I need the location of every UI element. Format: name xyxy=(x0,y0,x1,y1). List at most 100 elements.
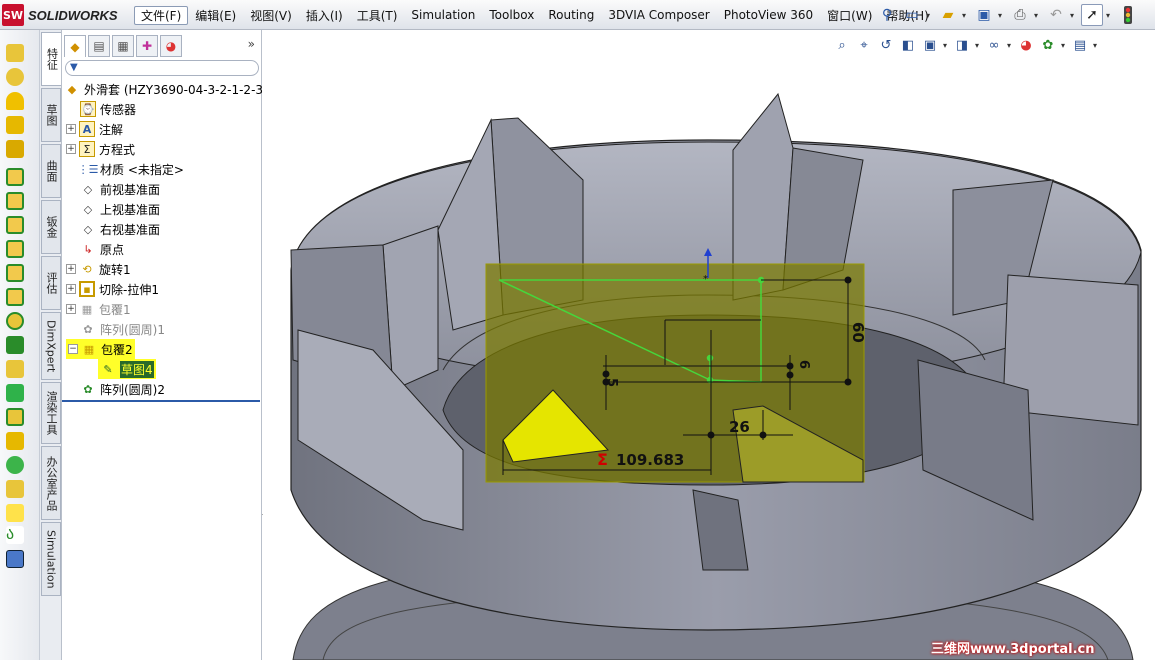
pin-icon[interactable]: ⚲ xyxy=(876,4,898,26)
shell-icon[interactable] xyxy=(6,408,24,426)
wrap-icon[interactable] xyxy=(6,432,24,450)
tab-simulation[interactable]: Simulation xyxy=(41,522,61,596)
menu-insert[interactable]: 插入(I) xyxy=(299,6,350,25)
apply-scene-icon[interactable]: ✿ xyxy=(1039,36,1057,54)
rib-icon[interactable] xyxy=(6,360,24,378)
tree-item-origin[interactable]: ↳ 原点 xyxy=(80,239,124,259)
tree-item-sensors[interactable]: ⌚ 传感器 xyxy=(80,99,136,119)
tree-filter-input[interactable]: ▼ xyxy=(65,60,259,76)
rebuild-traffic-light-icon[interactable] xyxy=(1117,4,1139,26)
menu-photoview-360[interactable]: PhotoView 360 xyxy=(717,7,820,23)
dim-109-683[interactable]: 109.683 xyxy=(616,451,684,469)
expand-icon[interactable]: + xyxy=(66,264,76,274)
dim-60[interactable]: 60 xyxy=(849,322,867,343)
tab-office-products[interactable]: 办公室产品 xyxy=(41,446,61,520)
feature-tree-tab-icon[interactable]: ◆ xyxy=(64,35,86,57)
print-icon[interactable]: ⎙ xyxy=(1009,4,1031,26)
intersect-icon[interactable] xyxy=(6,480,24,498)
expand-icon[interactable]: + xyxy=(66,284,76,294)
menu-3dvia-composer[interactable]: 3DVIA Composer xyxy=(601,7,716,23)
boundary-boss-icon[interactable] xyxy=(6,140,24,158)
tree-item-material[interactable]: ⋮☰ 材质 <未指定> xyxy=(78,159,184,179)
view-orientation-icon[interactable]: ▣ xyxy=(921,36,939,54)
view-settings-icon[interactable]: ▤ xyxy=(1071,36,1089,54)
rollback-bar[interactable] xyxy=(62,400,260,402)
dim-6[interactable]: 6 xyxy=(796,360,811,369)
curves-icon[interactable]: ა xyxy=(6,526,24,544)
fillet-icon[interactable] xyxy=(6,312,24,330)
menu-edit[interactable]: 编辑(E) xyxy=(188,6,243,25)
expand-icon[interactable]: + xyxy=(66,144,76,154)
chevron-down-icon[interactable]: ▾ xyxy=(1007,41,1013,50)
reference-geometry-icon[interactable] xyxy=(6,504,24,522)
undo-icon[interactable]: ↶ xyxy=(1045,4,1067,26)
chevron-down-icon[interactable]: ▾ xyxy=(1034,11,1042,20)
menu-file[interactable]: 文件(F) xyxy=(134,5,189,25)
menu-window[interactable]: 窗口(W) xyxy=(820,6,879,25)
menu-tools[interactable]: 工具(T) xyxy=(350,6,405,25)
tree-item-wrap1[interactable]: + ▦ 包覆1 xyxy=(66,299,131,319)
chevron-down-icon[interactable]: ▾ xyxy=(1061,41,1067,50)
tab-render-tools[interactable]: 渲染工具 xyxy=(41,382,61,444)
dimxpert-manager-tab-icon[interactable]: ✚ xyxy=(136,35,158,57)
tree-item-cut-extrude1[interactable]: + ▪ 切除-拉伸1 xyxy=(66,279,159,299)
chevron-down-icon[interactable]: ▾ xyxy=(975,41,981,50)
new-document-icon[interactable]: ▭ xyxy=(901,4,923,26)
swept-cut-icon[interactable] xyxy=(6,240,24,258)
chevron-down-icon[interactable]: ▾ xyxy=(962,11,970,20)
tree-item-equations[interactable]: + Σ 方程式 xyxy=(66,139,135,159)
dim-5[interactable]: 5 xyxy=(604,378,619,387)
revolved-boss-icon[interactable] xyxy=(6,68,24,86)
menu-simulation[interactable]: Simulation xyxy=(404,7,482,23)
property-manager-tab-icon[interactable]: ▤ xyxy=(88,35,110,57)
tree-item-circular-pattern1[interactable]: ✿ 阵列(圆周)1 xyxy=(80,319,165,339)
chevron-down-icon[interactable]: ▾ xyxy=(1093,41,1099,50)
swept-boss-icon[interactable] xyxy=(6,92,24,110)
display-manager-tab-icon[interactable]: ◕ xyxy=(160,35,182,57)
hide-show-items-icon[interactable]: ∞ xyxy=(985,36,1003,54)
tab-surfaces[interactable]: 曲面 xyxy=(41,144,61,198)
dome-icon[interactable] xyxy=(6,456,24,474)
zoom-to-fit-icon[interactable]: ⌕ xyxy=(833,36,851,54)
menu-routing[interactable]: Routing xyxy=(541,7,601,23)
expand-icon[interactable]: + xyxy=(66,304,76,314)
previous-view-icon[interactable]: ↺ xyxy=(877,36,895,54)
display-style-icon[interactable]: ◨ xyxy=(953,36,971,54)
tab-evaluate[interactable]: 评估 xyxy=(41,256,61,310)
chevron-down-icon[interactable]: ▾ xyxy=(1070,11,1078,20)
collapse-icon[interactable]: − xyxy=(68,344,78,354)
lofted-boss-icon[interactable] xyxy=(6,116,24,134)
extruded-cut-icon[interactable] xyxy=(6,168,24,186)
dim-26[interactable]: 26 xyxy=(729,418,750,436)
configuration-manager-tab-icon[interactable]: ▦ xyxy=(112,35,134,57)
menu-toolbox[interactable]: Toolbox xyxy=(482,7,541,23)
collapse-panel-icon[interactable]: » xyxy=(248,37,255,51)
tree-root[interactable]: ◆ 外滑套 (HZY3690-04-3-2-1-2-3 xyxy=(64,79,263,99)
menu-view[interactable]: 视图(V) xyxy=(243,6,299,25)
tab-dimxpert[interactable]: DimXpert xyxy=(41,312,61,380)
tree-item-circular-pattern2[interactable]: ✿ 阵列(圆周)2 xyxy=(80,379,165,399)
boundary-cut-icon[interactable] xyxy=(6,288,24,306)
save-icon[interactable]: ▣ xyxy=(973,4,995,26)
chevron-down-icon[interactable]: ▾ xyxy=(943,41,949,50)
tree-item-sketch4[interactable]: ✎ 草图4 xyxy=(98,359,156,379)
expand-icon[interactable]: + xyxy=(66,124,76,134)
hole-wizard-icon[interactable] xyxy=(6,192,24,210)
zoom-to-area-icon[interactable]: ⌖ xyxy=(855,36,873,54)
solidworks-logo[interactable]: SW SOLIDWORKS xyxy=(2,3,124,27)
draft-icon[interactable] xyxy=(6,384,24,402)
model-viewport[interactable]: * Σ 109.683 26 60 5 6 xyxy=(263,30,1155,660)
chevron-down-icon[interactable]: ▾ xyxy=(1106,11,1114,20)
instant3d-icon[interactable] xyxy=(6,550,24,568)
tree-item-right-plane[interactable]: ◇ 右视基准面 xyxy=(80,219,160,239)
tab-sheet-metal[interactable]: 钣金 xyxy=(41,200,61,254)
revolved-cut-icon[interactable] xyxy=(6,216,24,234)
lofted-cut-icon[interactable] xyxy=(6,264,24,282)
graphics-area[interactable]: * Σ 109.683 26 60 5 6 ⌕ ⌖ ↺ ◧ ▣ ▾ ◨ ▾ ∞ ▾ ◕… xyxy=(263,30,1155,660)
extruded-boss-icon[interactable] xyxy=(6,44,24,62)
select-cursor-icon[interactable]: ➚ xyxy=(1081,4,1103,26)
chevron-down-icon[interactable]: ▾ xyxy=(998,11,1006,20)
edit-appearance-icon[interactable]: ◕ xyxy=(1017,36,1035,54)
section-view-icon[interactable]: ◧ xyxy=(899,36,917,54)
tab-sketch[interactable]: 草图 xyxy=(41,88,61,142)
